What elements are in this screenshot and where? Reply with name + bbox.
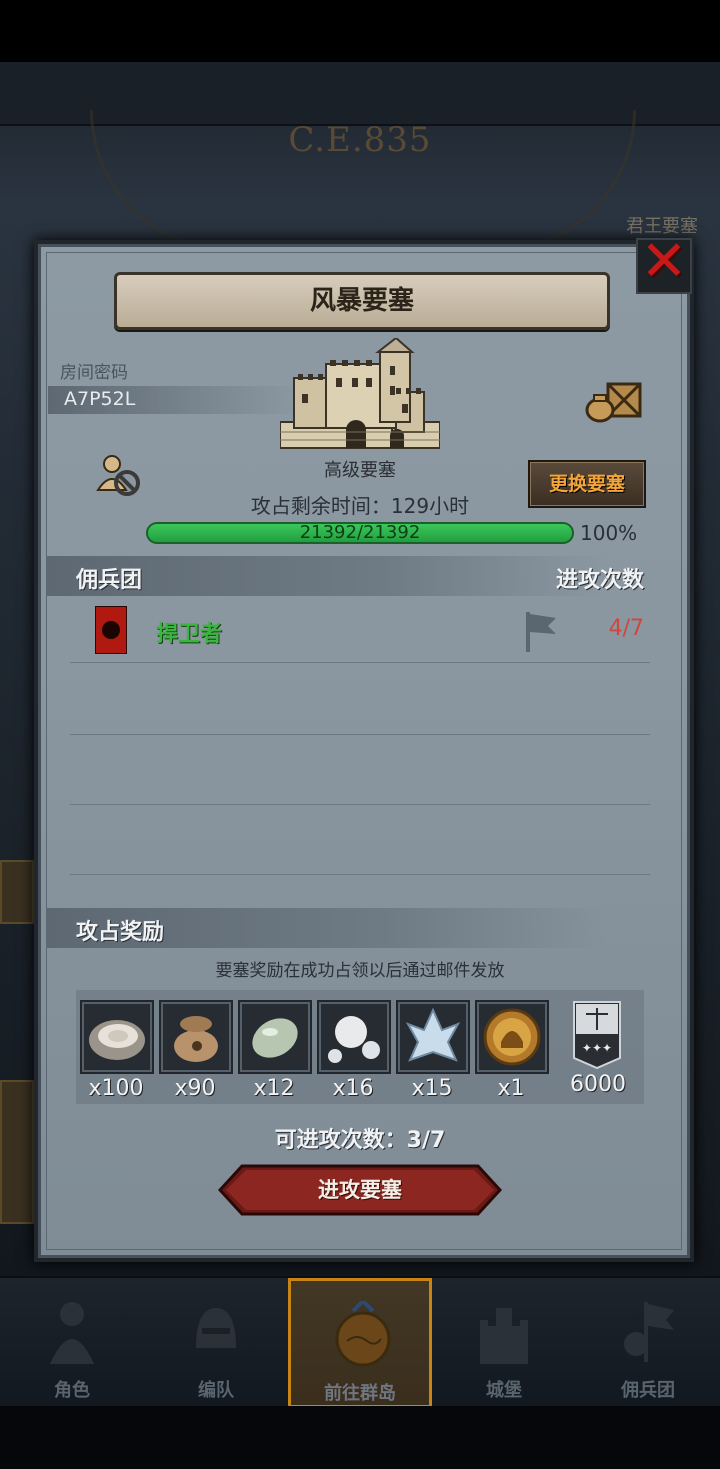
nav-item-formation[interactable]: 编队 xyxy=(144,1278,288,1408)
nav-label: 编队 xyxy=(198,1380,234,1401)
mercenary-attack-count: 4/7 xyxy=(608,616,644,641)
nav-label: 前往群岛 xyxy=(324,1383,396,1404)
reward-item[interactable]: ✦✦✦ 6000 xyxy=(562,1000,634,1097)
knight-icon xyxy=(50,1302,94,1364)
empty-slot-divider xyxy=(70,734,650,735)
pearls-icon xyxy=(317,1000,391,1074)
status-bar xyxy=(0,0,720,62)
knight-medal-icon xyxy=(475,1000,549,1074)
ice-crystal-icon xyxy=(396,1000,470,1074)
nav-label: 角色 xyxy=(54,1380,90,1401)
era-label: C.E.835 xyxy=(288,120,432,160)
occupation-time-left: 攻占剩余时间：129小时 xyxy=(250,494,470,518)
reward-item[interactable]: x16 xyxy=(317,1000,391,1101)
fortress-castle-icon xyxy=(280,338,440,449)
attack-fortress-label: 进攻要塞 xyxy=(318,1178,402,1202)
dialog-title: 风暴要塞 xyxy=(309,286,414,316)
reward-chest-icon[interactable] xyxy=(584,378,644,424)
reward-quantity: x15 xyxy=(411,1076,453,1101)
side-tile xyxy=(0,1080,34,1224)
bottom-navigation: 角色 编队 前往群岛 城堡 佣兵团 xyxy=(0,1276,720,1408)
side-tile xyxy=(0,860,34,924)
attack-fortress-button[interactable]: 进攻要塞 xyxy=(218,1164,502,1216)
nav-item-castle[interactable]: 城堡 xyxy=(432,1278,576,1408)
castle-icon xyxy=(480,1308,528,1364)
system-navigation-bar xyxy=(0,1406,720,1469)
mercenary-header: 佣兵团 xyxy=(76,568,143,593)
fortress-hp-percent: 100% xyxy=(580,521,638,545)
helmet-icon xyxy=(196,1308,236,1348)
nav-label: 佣兵团 xyxy=(621,1380,675,1401)
no-person-icon[interactable] xyxy=(96,452,142,498)
island-map-icon xyxy=(335,1301,391,1367)
rewards-note: 要塞奖励在成功占领以后通过邮件发放 xyxy=(215,961,505,981)
reward-item[interactable]: x90 xyxy=(159,1000,233,1101)
close-button[interactable]: ✕ xyxy=(636,229,692,294)
svg-text:✦✦✦: ✦✦✦ xyxy=(582,1041,612,1055)
mercenary-row[interactable]: 捍卫者 4/7 xyxy=(70,598,650,663)
fortress-type-label: 高级要塞 xyxy=(324,460,396,481)
room-password-value[interactable]: A7P52L xyxy=(64,388,135,410)
room-password-label: 房间密码 xyxy=(60,363,128,383)
close-icon: ✕ xyxy=(640,229,688,294)
nav-label: 城堡 xyxy=(486,1380,522,1401)
empty-slot-divider xyxy=(70,874,650,875)
honor-banner-icon: ✦✦✦ xyxy=(562,1000,632,1070)
flag-icon xyxy=(526,612,556,652)
reward-quantity: x1 xyxy=(497,1076,525,1101)
reward-quantity: x16 xyxy=(332,1076,374,1101)
change-fortress-label: 更换要塞 xyxy=(548,473,625,495)
nav-item-mercenary[interactable]: 佣兵团 xyxy=(576,1278,720,1408)
empty-slot-divider xyxy=(70,804,650,805)
attempts-left: 可进攻次数：3/7 xyxy=(274,1128,446,1153)
reward-item[interactable]: x100 xyxy=(80,1000,154,1101)
reward-item[interactable]: x15 xyxy=(396,1000,470,1101)
reward-item[interactable]: x1 xyxy=(475,1000,549,1101)
attacks-header: 进攻次数 xyxy=(555,568,644,593)
fortress-hp-text: 21392/21392 xyxy=(299,522,421,543)
nav-item-character[interactable]: 角色 xyxy=(0,1278,144,1408)
rewards-header: 攻占奖励 xyxy=(76,920,165,945)
reward-item[interactable]: x12 xyxy=(238,1000,312,1101)
title-banner: 风暴要塞 xyxy=(114,272,610,330)
reward-quantity: x100 xyxy=(88,1076,144,1101)
mercenary-icon xyxy=(624,1302,674,1362)
nav-item-islands[interactable]: 前往群岛 xyxy=(288,1278,432,1408)
reward-quantity: 6000 xyxy=(570,1072,626,1097)
oyster-icon xyxy=(80,1000,154,1074)
change-fortress-button[interactable]: 更换要塞 xyxy=(528,460,646,508)
reward-quantity: x12 xyxy=(253,1076,295,1101)
sack-icon xyxy=(159,1000,233,1074)
reward-quantity: x90 xyxy=(174,1076,216,1101)
jade-stone-icon xyxy=(238,1000,312,1074)
mercenary-name: 捍卫者 xyxy=(156,622,223,647)
mercenary-banner-icon xyxy=(95,606,127,654)
